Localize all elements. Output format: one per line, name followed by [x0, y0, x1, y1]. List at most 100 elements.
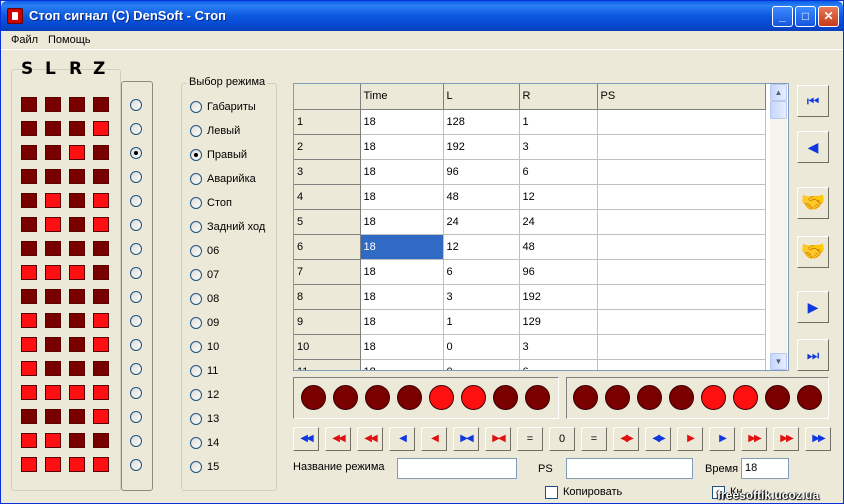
slrz-lamp[interactable]: [21, 193, 37, 208]
grid-cell[interactable]: 192: [519, 284, 598, 310]
slrz-lamp[interactable]: [69, 217, 85, 232]
grid-cell[interactable]: 24: [443, 209, 520, 235]
grid-cell[interactable]: [597, 309, 766, 335]
ps-input[interactable]: [566, 458, 693, 479]
grid-scrollbar[interactable]: ▲ ▼: [770, 84, 787, 370]
pattern-button[interactable]: ▶◀: [485, 427, 511, 451]
copy-checkbox[interactable]: [545, 486, 558, 499]
slrz-row-radio[interactable]: [130, 123, 142, 135]
grid-row-header[interactable]: 6: [294, 234, 361, 260]
grid-cell[interactable]: 128: [443, 109, 520, 135]
slrz-lamp[interactable]: [69, 289, 85, 304]
pattern-button[interactable]: ◀: [389, 427, 415, 451]
slrz-lamp[interactable]: [69, 361, 85, 376]
slrz-lamp[interactable]: [45, 289, 61, 304]
mode-radio[interactable]: [190, 173, 202, 185]
pattern-button[interactable]: ▶▶: [805, 427, 831, 451]
slrz-lamp[interactable]: [45, 241, 61, 256]
mode-radio[interactable]: [190, 293, 202, 305]
slrz-row-radio[interactable]: [130, 267, 142, 279]
grid-cell[interactable]: 3: [519, 134, 598, 160]
mode-radio[interactable]: [190, 389, 202, 401]
mode-radio[interactable]: [190, 149, 202, 161]
grid-row-header[interactable]: 8: [294, 284, 361, 310]
grid-row-header[interactable]: 1: [294, 109, 361, 135]
pattern-button[interactable]: ▶: [709, 427, 735, 451]
slrz-lamp[interactable]: [93, 385, 109, 400]
slrz-lamp[interactable]: [69, 433, 85, 448]
slrz-lamp[interactable]: [69, 145, 85, 160]
slrz-lamp[interactable]: [69, 265, 85, 280]
slrz-lamp[interactable]: [21, 145, 37, 160]
slrz-lamp[interactable]: [93, 337, 109, 352]
grid-cell[interactable]: 1: [443, 309, 520, 335]
slrz-row-radio[interactable]: [130, 171, 142, 183]
pattern-button[interactable]: ▶▶: [773, 427, 799, 451]
grid-row-header[interactable]: 9: [294, 309, 361, 335]
slrz-lamp[interactable]: [45, 457, 61, 472]
grid-cell[interactable]: 18: [360, 259, 444, 285]
slrz-lamp[interactable]: [69, 121, 85, 136]
grid-cell[interactable]: 18: [360, 159, 444, 185]
pattern-button[interactable]: ◀▶: [613, 427, 639, 451]
grid-column-header[interactable]: PS: [597, 84, 766, 110]
slrz-lamp[interactable]: [45, 433, 61, 448]
slrz-row-radio[interactable]: [130, 147, 142, 159]
slrz-lamp[interactable]: [21, 169, 37, 184]
handshake-button-1[interactable]: 🤝: [797, 187, 829, 219]
slrz-lamp[interactable]: [45, 217, 61, 232]
sequence-grid[interactable]: Time L R PS 1 18 128 1 2 18 192 3 3 18 96 6 4 18 48 12 5 18 24…: [293, 83, 789, 371]
grid-cell[interactable]: [597, 359, 766, 370]
pattern-button[interactable]: ◀▶: [645, 427, 671, 451]
grid-cell[interactable]: 96: [443, 159, 520, 185]
grid-row-header[interactable]: 7: [294, 259, 361, 285]
slrz-lamp[interactable]: [45, 385, 61, 400]
slrz-lamp[interactable]: [93, 433, 109, 448]
slrz-lamp[interactable]: [93, 361, 109, 376]
grid-column-header[interactable]: Time: [360, 84, 444, 110]
pattern-button[interactable]: ▶: [677, 427, 703, 451]
mode-radio[interactable]: [190, 341, 202, 353]
grid-cell[interactable]: 6: [519, 359, 598, 370]
grid-cell[interactable]: [597, 259, 766, 285]
mode-radio[interactable]: [190, 437, 202, 449]
grid-cell[interactable]: [597, 209, 766, 235]
slrz-lamp[interactable]: [69, 193, 85, 208]
grid-cell[interactable]: [597, 284, 766, 310]
grid-cell[interactable]: 1: [519, 109, 598, 135]
slrz-lamp[interactable]: [21, 289, 37, 304]
mode-radio[interactable]: [190, 197, 202, 209]
slrz-lamp[interactable]: [93, 97, 109, 112]
mode-name-input[interactable]: [397, 458, 517, 479]
grid-cell[interactable]: 48: [443, 184, 520, 210]
mode-radio[interactable]: [190, 245, 202, 257]
grid-cell[interactable]: 6: [443, 259, 520, 285]
pattern-button[interactable]: =: [517, 427, 543, 451]
slrz-lamp[interactable]: [21, 409, 37, 424]
grid-cell[interactable]: 12: [519, 184, 598, 210]
slrz-lamp[interactable]: [93, 409, 109, 424]
title-bar[interactable]: Стоп сигнал (C) DenSoft - Стоп _ □ ✕: [1, 1, 843, 31]
grid-cell[interactable]: [597, 234, 766, 260]
slrz-lamp[interactable]: [93, 169, 109, 184]
grid-cell[interactable]: 18: [360, 184, 444, 210]
slrz-lamp[interactable]: [69, 97, 85, 112]
close-button[interactable]: ✕: [818, 6, 839, 27]
slrz-lamp[interactable]: [21, 433, 37, 448]
grid-cell[interactable]: 18: [360, 109, 444, 135]
slrz-lamp[interactable]: [45, 169, 61, 184]
slrz-lamp[interactable]: [21, 97, 37, 112]
slrz-lamp[interactable]: [45, 265, 61, 280]
slrz-lamp[interactable]: [69, 337, 85, 352]
grid-cell[interactable]: 12: [443, 234, 520, 260]
slrz-lamp[interactable]: [69, 409, 85, 424]
grid-cell[interactable]: 18: [360, 284, 444, 310]
slrz-row-radio[interactable]: [130, 315, 142, 327]
maximize-button[interactable]: □: [795, 6, 816, 27]
grid-cell[interactable]: 0: [443, 359, 520, 370]
grid-cell[interactable]: 18: [360, 309, 444, 335]
grid-cell[interactable]: 3: [443, 284, 520, 310]
slrz-lamp[interactable]: [21, 121, 37, 136]
slrz-lamp[interactable]: [45, 409, 61, 424]
grid-row-header[interactable]: 10: [294, 334, 361, 360]
